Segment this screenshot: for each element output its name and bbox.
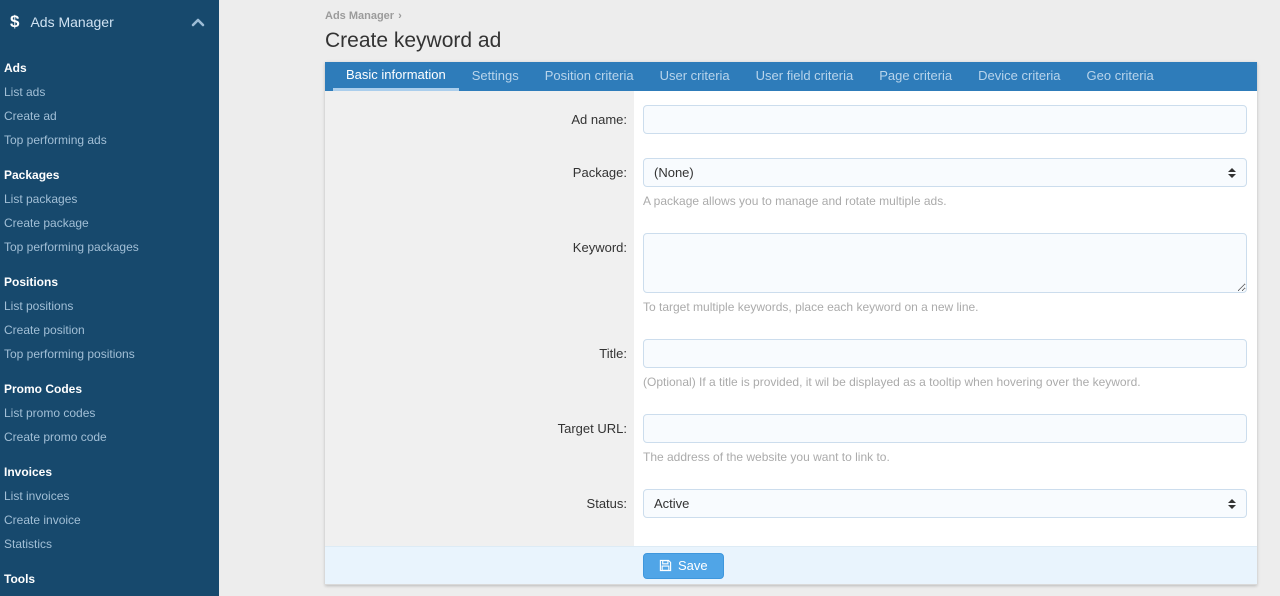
sidebar-item-create-promo-code[interactable]: Create promo code	[4, 425, 215, 449]
sidebar-item-create-position[interactable]: Create position	[4, 318, 215, 342]
target-url-input[interactable]	[643, 414, 1247, 443]
field-row-keyword: Keyword: To target multiple keywords, pl…	[325, 233, 1247, 315]
tab-user-field-criteria[interactable]: User field criteria	[743, 62, 867, 91]
dollar-icon: $	[10, 12, 19, 32]
tab-settings[interactable]: Settings	[459, 62, 532, 91]
sidebar-item-list-invoices[interactable]: List invoices	[4, 484, 215, 508]
field-row-status: Status: Active	[325, 489, 1247, 518]
breadcrumb-ads-manager[interactable]: Ads Manager	[325, 10, 394, 22]
sidebar-section-packages: Packages	[4, 163, 215, 187]
chevron-up-icon	[191, 17, 205, 27]
package-select[interactable]: (None)	[643, 158, 1247, 187]
tab-position-criteria[interactable]: Position criteria	[532, 62, 647, 91]
sidebar-item-create-invoice[interactable]: Create invoice	[4, 508, 215, 532]
field-row-target-url: Target URL: The address of the website y…	[325, 414, 1247, 465]
sidebar-section-promo-codes: Promo Codes	[4, 377, 215, 401]
basic-information-form: Ad name: Package: (None) A package allow…	[325, 91, 1257, 546]
sidebar-item-top-performing-positions[interactable]: Top performing positions	[4, 342, 215, 366]
status-select-value: Active	[654, 496, 1228, 511]
title-label: Title:	[325, 339, 634, 390]
breadcrumb: Ads Manager ›	[325, 10, 1257, 22]
breadcrumb-separator-icon: ›	[398, 10, 402, 22]
save-floppy-icon	[659, 559, 672, 572]
field-row-package: Package: (None) A package allows you to …	[325, 158, 1247, 209]
ad-name-input[interactable]	[643, 105, 1247, 134]
sidebar-item-change-ad-owner[interactable]: Change ad owner	[4, 591, 215, 596]
tab-user-criteria[interactable]: User criteria	[647, 62, 743, 91]
sidebar-section-positions: Positions	[4, 270, 215, 294]
tab-basic-information[interactable]: Basic information	[333, 62, 459, 91]
package-help-text: A package allows you to manage and rotat…	[643, 194, 1247, 209]
field-row-title: Title: (Optional) If a title is provided…	[325, 339, 1247, 390]
sidebar-section-ads: Ads	[4, 56, 215, 80]
ad-name-label: Ad name:	[325, 105, 634, 134]
target-url-label: Target URL:	[325, 414, 634, 465]
sidebar-section-tools: Tools	[4, 567, 215, 591]
field-row-ad-name: Ad name:	[325, 105, 1247, 134]
sidebar-item-list-promo-codes[interactable]: List promo codes	[4, 401, 215, 425]
tab-device-criteria[interactable]: Device criteria	[965, 62, 1073, 91]
package-select-value: (None)	[654, 165, 1228, 180]
keyword-label: Keyword:	[325, 233, 634, 315]
sidebar-item-list-ads[interactable]: List ads	[4, 80, 215, 104]
tab-geo-criteria[interactable]: Geo criteria	[1074, 62, 1167, 91]
sidebar-nav: Ads List ads Create ad Top performing ad…	[0, 44, 219, 596]
package-label: Package:	[325, 158, 634, 209]
target-url-help-text: The address of the website you want to l…	[643, 450, 1247, 465]
sidebar-header-ads-manager[interactable]: $ Ads Manager	[0, 0, 219, 44]
status-label: Status:	[325, 489, 634, 518]
form-footer: Save	[325, 546, 1257, 585]
sidebar: $ Ads Manager Ads List ads Create ad Top…	[0, 0, 219, 596]
title-input[interactable]	[643, 339, 1247, 368]
sidebar-item-create-ad[interactable]: Create ad	[4, 104, 215, 128]
title-help-text: (Optional) If a title is provided, it wi…	[643, 375, 1247, 390]
keyword-textarea[interactable]	[643, 233, 1247, 293]
status-select[interactable]: Active	[643, 489, 1247, 518]
sidebar-item-create-package[interactable]: Create package	[4, 211, 215, 235]
save-button[interactable]: Save	[643, 553, 724, 579]
main-content: Ads Manager › Create keyword ad Basic inf…	[325, 0, 1257, 585]
save-button-label: Save	[678, 558, 708, 573]
sidebar-title: Ads Manager	[30, 14, 191, 30]
select-stepper-icon	[1228, 499, 1236, 509]
sidebar-section-invoices: Invoices	[4, 460, 215, 484]
sidebar-item-top-performing-packages[interactable]: Top performing packages	[4, 235, 215, 259]
sidebar-item-top-performing-ads[interactable]: Top performing ads	[4, 128, 215, 152]
tab-page-criteria[interactable]: Page criteria	[866, 62, 965, 91]
sidebar-item-list-positions[interactable]: List positions	[4, 294, 215, 318]
sidebar-item-statistics[interactable]: Statistics	[4, 532, 215, 556]
select-stepper-icon	[1228, 168, 1236, 178]
keyword-help-text: To target multiple keywords, place each …	[643, 300, 1247, 315]
sidebar-item-list-packages[interactable]: List packages	[4, 187, 215, 211]
form-panel: Basic information Settings Position crit…	[325, 62, 1257, 585]
tab-bar: Basic information Settings Position crit…	[325, 62, 1257, 91]
page-title: Create keyword ad	[325, 29, 1257, 53]
